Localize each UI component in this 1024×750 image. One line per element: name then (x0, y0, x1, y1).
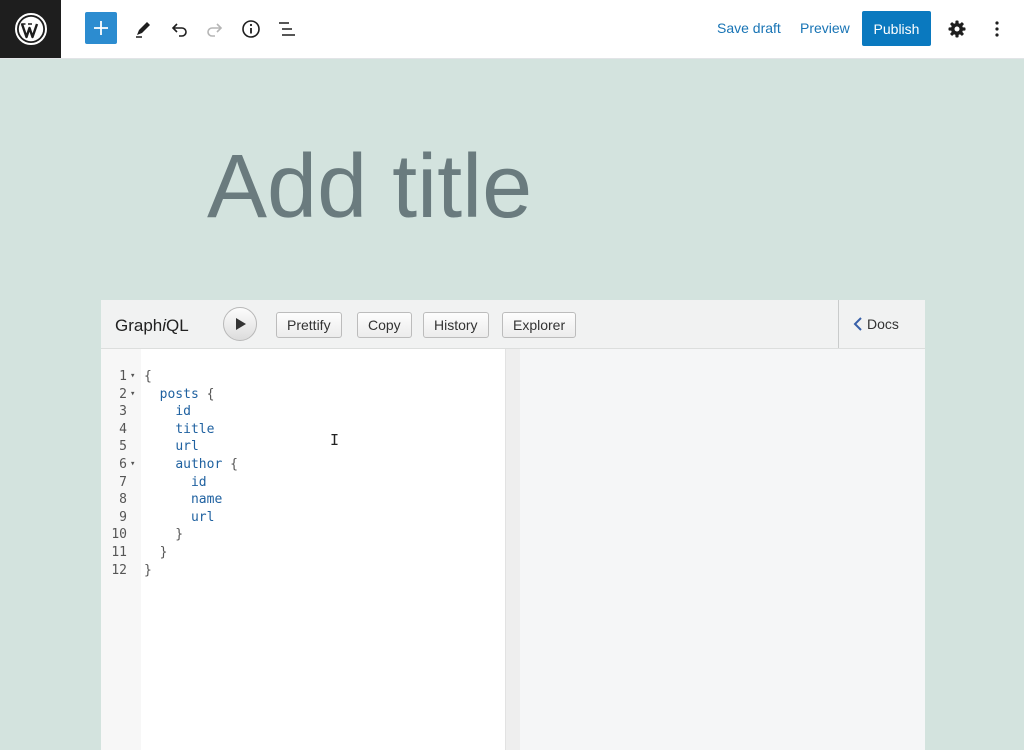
list-view-icon (279, 22, 295, 36)
code-line: 8 name (101, 492, 501, 510)
line-number: 10 (111, 527, 127, 543)
code-line: 2 ▾ posts { (101, 387, 501, 405)
code-line: 4 title (101, 422, 501, 440)
wordpress-logo-icon[interactable] (0, 0, 61, 58)
post-title-input[interactable]: Add title (207, 136, 532, 239)
docs-label: Docs (867, 316, 899, 332)
line-number: 7 (119, 474, 127, 490)
vertical-ellipsis-icon (995, 21, 999, 37)
preview-button[interactable]: Preview (800, 20, 850, 36)
result-pane (520, 349, 925, 750)
line-number: 1 (119, 369, 127, 384)
graphiql-logo: GraphiQL (115, 316, 189, 336)
line-number: 5 (119, 439, 127, 455)
line-number: 8 (119, 492, 127, 508)
line-number: 2 (119, 386, 127, 402)
fold-arrow-icon[interactable]: ▾ (130, 459, 135, 469)
code-text: { (144, 369, 152, 384)
text-cursor-icon: I (330, 431, 340, 449)
query-editor[interactable]: 1 ▾{2 ▾ posts {3 id 4 title 5 url 6 ▾ author {… (101, 349, 505, 750)
code-text: name (144, 492, 222, 507)
undo-icon (171, 23, 187, 37)
details-button[interactable] (234, 12, 268, 46)
code-text: url (144, 510, 214, 525)
code-text: id (144, 475, 207, 490)
docs-toggle-button[interactable]: Docs (838, 300, 926, 348)
history-button[interactable]: History (423, 312, 489, 338)
code-line: 11 } (101, 545, 501, 563)
code-line: 1 ▾ { (101, 369, 501, 387)
list-view-button[interactable] (270, 12, 304, 46)
pencil-icon (136, 22, 150, 38)
line-number: 11 (111, 545, 127, 560)
code-text: posts { (159, 386, 215, 402)
code-line: 10 } (101, 527, 501, 545)
graphiql-block: GraphiQL Prettify Copy History Explorer … (101, 300, 925, 750)
code-line: 5 url (101, 439, 501, 457)
code-text: author { (175, 457, 238, 472)
code-text: id (144, 404, 191, 419)
fold-arrow-icon[interactable]: ▾ (130, 371, 135, 381)
chevron-left-icon (853, 317, 863, 331)
prettify-button[interactable]: Prettify (276, 312, 342, 338)
redo-icon (207, 23, 223, 37)
play-icon (236, 318, 246, 330)
query-field: id (190, 474, 207, 490)
query-field: posts (159, 386, 199, 402)
line-number: 9 (119, 509, 127, 525)
options-button[interactable] (980, 12, 1014, 46)
line-number: 3 (119, 404, 127, 420)
execute-query-button[interactable] (223, 307, 257, 341)
line-number: 4 (119, 421, 127, 437)
graphiql-toolbar: GraphiQL Prettify Copy History Explorer … (101, 300, 925, 349)
tools-button[interactable] (126, 12, 160, 46)
code-text: } (144, 527, 184, 543)
copy-button[interactable]: Copy (357, 312, 412, 338)
publish-button[interactable]: Publish (862, 11, 931, 46)
code-line: 6 ▾ author { (101, 457, 501, 475)
query-field: url (190, 509, 215, 525)
code-line: 9 url (101, 510, 501, 528)
code-text: title (144, 422, 214, 437)
code-line: 7 id (101, 475, 501, 493)
save-draft-button[interactable]: Save draft (717, 20, 781, 36)
query-field: id (175, 404, 191, 420)
settings-button[interactable] (940, 12, 974, 46)
graphiql-logo-suffix: QL (166, 316, 189, 335)
fold-arrow-icon[interactable]: ▾ (130, 389, 135, 399)
editor-toolbar: Save draft Preview Publish (0, 0, 1024, 59)
query-field: name (190, 492, 223, 508)
gear-icon (948, 20, 966, 38)
info-icon (242, 20, 260, 38)
line-number: 6 (119, 457, 127, 472)
query-field: url (175, 439, 199, 455)
plus-icon (94, 21, 108, 35)
explorer-button[interactable]: Explorer (502, 312, 577, 338)
undo-button[interactable] (162, 12, 196, 46)
code-line: 12} (101, 563, 501, 581)
query-field: title (175, 421, 215, 437)
code-text: } (144, 562, 152, 578)
redo-button[interactable] (198, 12, 232, 46)
add-block-button[interactable] (85, 12, 117, 44)
code-text: } (144, 545, 168, 560)
line-number: 12 (111, 562, 127, 578)
pane-resize-handle[interactable] (505, 349, 521, 750)
query-field: author (175, 457, 223, 472)
code-line: 3 id (101, 404, 501, 422)
code-text: url (144, 439, 199, 455)
graphiql-logo-prefix: Graph (115, 316, 163, 335)
